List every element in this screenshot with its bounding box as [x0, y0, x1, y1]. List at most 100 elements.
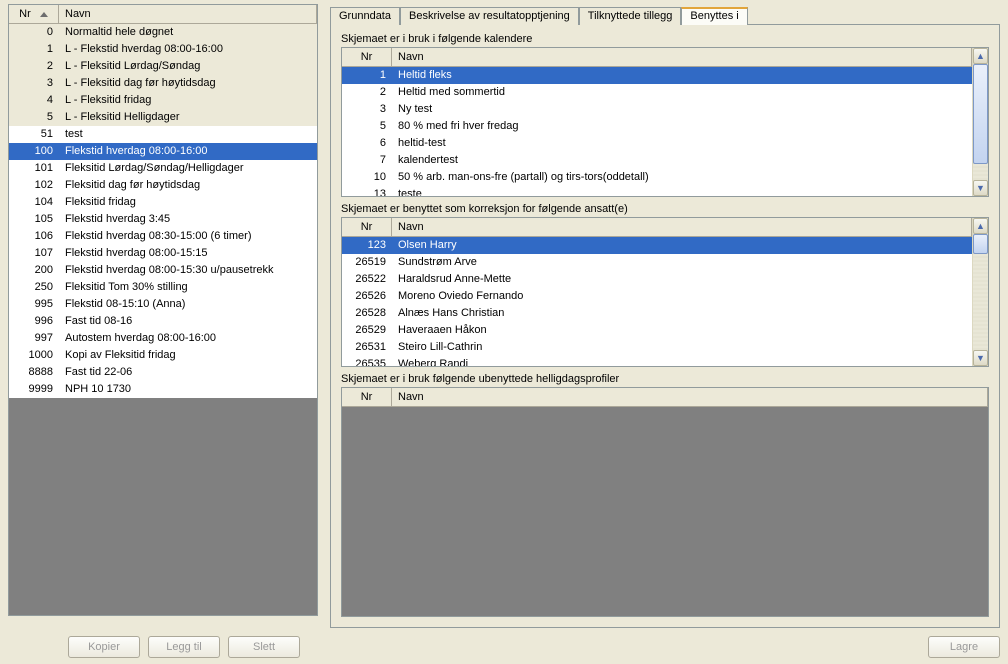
- helligdag-grid[interactable]: Nr Navn: [341, 387, 989, 617]
- cell-navn: Fleksitid fridag: [59, 194, 317, 211]
- ansatte-grid[interactable]: Nr Navn 123Olsen Harry26519Sundstrøm Arv…: [341, 217, 989, 367]
- section-helligdag: Skjemaet er i bruk følgende ubenyttede h…: [341, 373, 989, 617]
- tab-grunndata[interactable]: Grunndata: [330, 7, 400, 25]
- table-row[interactable]: 26528Alnæs Hans Christian: [342, 305, 972, 322]
- cell-navn: Flekstid hverdag 08:30-15:00 (6 timer): [59, 228, 317, 245]
- scroll-up-icon[interactable]: ▲: [973, 218, 988, 234]
- helligdag-col-nr[interactable]: Nr: [342, 388, 392, 406]
- table-row[interactable]: 6heltid-test: [342, 135, 972, 152]
- table-row[interactable]: 106Flekstid hverdag 08:30-15:00 (6 timer…: [9, 228, 317, 245]
- section-ansatte-label: Skjemaet er benyttet som korreksjon for …: [341, 203, 989, 215]
- table-row[interactable]: 7kalendertest: [342, 152, 972, 169]
- table-row[interactable]: 580 % med fri hver fredag: [342, 118, 972, 135]
- kopier-button[interactable]: Kopier: [68, 636, 140, 658]
- cell-nr: 8888: [9, 364, 59, 381]
- cell-navn: Weberg Randi: [392, 356, 972, 366]
- table-row[interactable]: 995Flekstid 08-15:10 (Anna): [9, 296, 317, 313]
- table-row[interactable]: 26519Sundstrøm Arve: [342, 254, 972, 271]
- footer: Kopier Legg til Slett Lagre: [8, 628, 1000, 658]
- lagre-button[interactable]: Lagre: [928, 636, 1000, 658]
- table-row[interactable]: 26531Steiro Lill-Cathrin: [342, 339, 972, 356]
- table-row[interactable]: 26535Weberg Randi: [342, 356, 972, 366]
- cell-nr: 10: [342, 169, 392, 186]
- kalendere-col-navn[interactable]: Navn: [392, 48, 972, 66]
- table-row[interactable]: 2L - Fleksitid Lørdag/Søndag: [9, 58, 317, 75]
- scroll-thumb[interactable]: [973, 234, 988, 254]
- section-ansatte: Skjemaet er benyttet som korreksjon for …: [341, 203, 989, 367]
- cell-nr: 9999: [9, 381, 59, 398]
- cell-nr: 200: [9, 262, 59, 279]
- ansatte-col-navn[interactable]: Navn: [392, 218, 972, 236]
- table-row[interactable]: 5L - Fleksitid Helligdager: [9, 109, 317, 126]
- table-row[interactable]: 105Flekstid hverdag 3:45: [9, 211, 317, 228]
- schema-grid[interactable]: Nr Navn 0Normaltid hele døgnet1L - Fleks…: [8, 4, 318, 616]
- cell-navn: Fleksitid Lørdag/Søndag/Helligdager: [59, 160, 317, 177]
- kalendere-scrollbar[interactable]: ▲ ▼: [972, 48, 988, 196]
- helligdag-header: Nr Navn: [342, 388, 988, 407]
- ansatte-header: Nr Navn: [342, 218, 972, 237]
- cell-nr: 26526: [342, 288, 392, 305]
- main-area: Nr Navn 0Normaltid hele døgnet1L - Fleks…: [8, 4, 1000, 628]
- table-row[interactable]: 100Flekstid hverdag 08:00-16:00: [9, 143, 317, 160]
- schema-grid-header: Nr Navn: [9, 5, 317, 24]
- table-row[interactable]: 26522Haraldsrud Anne-Mette: [342, 271, 972, 288]
- table-row[interactable]: 997Autostem hverdag 08:00-16:00: [9, 330, 317, 347]
- table-row[interactable]: 8888Fast tid 22-06: [9, 364, 317, 381]
- table-row[interactable]: 2Heltid med sommertid: [342, 84, 972, 101]
- cell-nr: 2: [342, 84, 392, 101]
- ansatte-body: 123Olsen Harry26519Sundstrøm Arve26522Ha…: [342, 237, 972, 366]
- table-row[interactable]: 0Normaltid hele døgnet: [9, 24, 317, 41]
- table-row[interactable]: 1Heltid fleks: [342, 67, 972, 84]
- table-row[interactable]: 1050 % arb. man-ons-fre (partall) og tir…: [342, 169, 972, 186]
- table-row[interactable]: 9999NPH 10 1730: [9, 381, 317, 398]
- table-row[interactable]: 4L - Fleksitid fridag: [9, 92, 317, 109]
- table-row[interactable]: 3Ny test: [342, 101, 972, 118]
- helligdag-col-navn[interactable]: Navn: [392, 388, 988, 406]
- cell-navn: Steiro Lill-Cathrin: [392, 339, 972, 356]
- table-row[interactable]: 3L - Fleksitid dag før høytidsdag: [9, 75, 317, 92]
- cell-navn: Olsen Harry: [392, 237, 972, 254]
- table-row[interactable]: 200Flekstid hverdag 08:00-15:30 u/pauset…: [9, 262, 317, 279]
- kalendere-grid[interactable]: Nr Navn 1Heltid fleks2Heltid med sommert…: [341, 47, 989, 197]
- table-row[interactable]: 107Flekstid hverdag 08:00-15:15: [9, 245, 317, 262]
- kalendere-body: 1Heltid fleks2Heltid med sommertid3Ny te…: [342, 67, 972, 196]
- tab-tilknyttede[interactable]: Tilknyttede tillegg: [579, 7, 682, 25]
- table-row[interactable]: 996Fast tid 08-16: [9, 313, 317, 330]
- table-row[interactable]: 102Fleksitid dag før høytidsdag: [9, 177, 317, 194]
- table-row[interactable]: 1000Kopi av Fleksitid fridag: [9, 347, 317, 364]
- slett-button[interactable]: Slett: [228, 636, 300, 658]
- kalendere-col-nr[interactable]: Nr: [342, 48, 392, 66]
- scroll-down-icon[interactable]: ▼: [973, 180, 988, 196]
- cell-navn: Normaltid hele døgnet: [59, 24, 317, 41]
- tab-benyttes[interactable]: Benyttes i: [681, 7, 747, 25]
- scroll-thumb[interactable]: [973, 64, 988, 164]
- table-row[interactable]: 250Fleksitid Tom 30% stilling: [9, 279, 317, 296]
- cell-nr: 26531: [342, 339, 392, 356]
- table-row[interactable]: 104Fleksitid fridag: [9, 194, 317, 211]
- table-row[interactable]: 123Olsen Harry: [342, 237, 972, 254]
- scroll-up-icon[interactable]: ▲: [973, 48, 988, 64]
- col-nr[interactable]: Nr: [9, 5, 59, 23]
- cell-nr: 106: [9, 228, 59, 245]
- col-navn-label: Navn: [65, 8, 91, 20]
- cell-nr: 1: [9, 41, 59, 58]
- ansatte-col-nr[interactable]: Nr: [342, 218, 392, 236]
- table-row[interactable]: 1L - Flekstid hverdag 08:00-16:00: [9, 41, 317, 58]
- table-row[interactable]: 26526Moreno Oviedo Fernando: [342, 288, 972, 305]
- col-navn[interactable]: Navn: [59, 5, 317, 23]
- tab-beskrivelse[interactable]: Beskrivelse av resultatopptjening: [400, 7, 579, 25]
- table-row[interactable]: 51test: [9, 126, 317, 143]
- table-row[interactable]: 26529Haveraaen Håkon: [342, 322, 972, 339]
- scroll-track[interactable]: [973, 64, 988, 180]
- ansatte-scrollbar[interactable]: ▲ ▼: [972, 218, 988, 366]
- cell-navn: test: [59, 126, 317, 143]
- scroll-down-icon[interactable]: ▼: [973, 350, 988, 366]
- cell-navn: L - Fleksitid dag før høytidsdag: [59, 75, 317, 92]
- helligdag-grid-main: Nr Navn: [342, 388, 988, 616]
- scroll-track[interactable]: [973, 234, 988, 350]
- table-row[interactable]: 101Fleksitid Lørdag/Søndag/Helligdager: [9, 160, 317, 177]
- cell-navn: Sundstrøm Arve: [392, 254, 972, 271]
- table-row[interactable]: 13teste: [342, 186, 972, 196]
- leggtil-button[interactable]: Legg til: [148, 636, 220, 658]
- cell-nr: 102: [9, 177, 59, 194]
